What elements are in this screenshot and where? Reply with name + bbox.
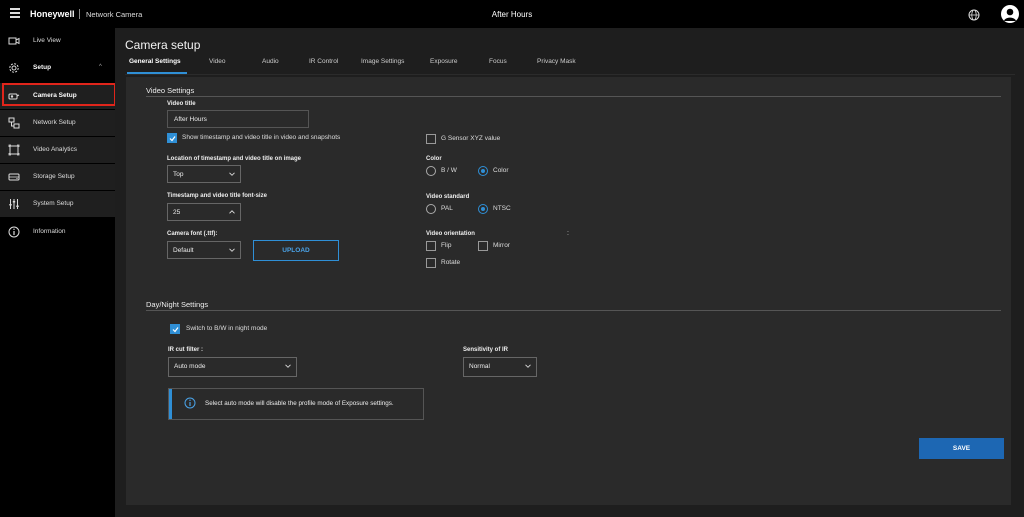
- rotate-checkbox[interactable]: [426, 258, 436, 268]
- info-message-text: Select auto mode will disable the profil…: [205, 400, 394, 407]
- rotate-label: Rotate: [441, 259, 461, 266]
- top-bar: Honeywell Network Camera After Hours: [0, 0, 1024, 28]
- ntsc-label: NTSC: [493, 205, 511, 212]
- save-button[interactable]: SAVE: [919, 438, 1004, 459]
- ntsc-radio[interactable]: [478, 204, 488, 214]
- chevron-up-icon: ^: [99, 64, 102, 70]
- sensitivity-ir-value: Normal: [469, 363, 490, 370]
- sidebar-item-label: Video Analytics: [33, 146, 77, 153]
- sidebar-item-label: Network Setup: [33, 119, 76, 126]
- sidebar-item-setup[interactable]: Setup ^: [0, 55, 115, 81]
- camera-font-value: Default: [173, 247, 194, 254]
- tab-image-settings[interactable]: Image Settings: [361, 58, 404, 65]
- tab-focus[interactable]: Focus: [489, 58, 507, 65]
- chevron-down-icon: [229, 248, 235, 252]
- tab-exposure[interactable]: Exposure: [430, 58, 457, 65]
- user-avatar-icon[interactable]: [1001, 5, 1019, 23]
- sidebar-item-system-setup[interactable]: System Setup: [0, 191, 115, 217]
- gear-icon: [9, 63, 19, 73]
- storage-icon: [8, 173, 20, 181]
- mirror-label: Mirror: [493, 242, 510, 249]
- analytics-icon: [8, 144, 20, 156]
- g-sensor-checkbox[interactable]: [426, 134, 436, 144]
- check-icon: [169, 136, 176, 142]
- info-icon: [184, 397, 196, 409]
- info-message-box: Select auto mode will disable the profil…: [168, 388, 424, 420]
- switch-bw-label: Switch to B/W in night mode: [186, 325, 268, 332]
- color-color-label: Color: [493, 167, 509, 174]
- font-size-select[interactable]: 25: [167, 203, 241, 221]
- ir-cut-filter-label: IR cut filter :: [168, 347, 204, 353]
- page-title: Camera setup: [125, 38, 201, 52]
- section-divider: [146, 96, 1001, 97]
- chevron-down-icon: [525, 364, 531, 368]
- language-globe-icon[interactable]: [968, 9, 980, 21]
- info-accent-bar: [169, 389, 172, 419]
- flip-checkbox[interactable]: [426, 241, 436, 251]
- sidebar-item-label: Information: [33, 228, 66, 235]
- ir-cut-filter-value: Auto mode: [174, 363, 206, 370]
- video-orientation-label: Video orientation: [426, 231, 475, 237]
- sidebar-item-label: Storage Setup: [33, 173, 75, 180]
- sensitivity-ir-label: Sensitivity of IR: [463, 347, 509, 353]
- live-view-icon: [8, 37, 20, 45]
- main-content: Camera setup General Settings Video Audi…: [115, 28, 1024, 517]
- sidebar-item-label: Setup: [33, 64, 52, 71]
- chevron-down-icon: [229, 172, 235, 176]
- camera-title: After Hours: [491, 10, 533, 19]
- sidebar-item-video-analytics[interactable]: Video Analytics: [0, 137, 115, 163]
- location-label: Location of timestamp and video title on…: [167, 156, 302, 162]
- sidebar-item-live-view[interactable]: Live View: [0, 28, 115, 54]
- location-value: Top: [173, 171, 184, 178]
- font-size-label: Timestamp and video title font-size: [167, 193, 267, 199]
- section-divider: [146, 310, 1001, 311]
- location-select[interactable]: Top: [167, 165, 241, 183]
- day-night-settings-title: Day/Night Settings: [146, 300, 209, 309]
- flip-label: Flip: [441, 242, 452, 249]
- sidebar-item-network-setup[interactable]: Network Setup: [0, 110, 115, 136]
- tab-audio[interactable]: Audio: [262, 58, 279, 65]
- check-icon: [172, 327, 179, 333]
- tab-privacy-mask[interactable]: Privacy Mask: [537, 58, 576, 65]
- ir-cut-filter-select[interactable]: Auto mode: [168, 357, 297, 377]
- chevron-up-icon: [229, 210, 235, 214]
- g-sensor-label: G Sensor XYZ value: [441, 135, 501, 142]
- sidebar-item-storage-setup[interactable]: Storage Setup: [0, 164, 115, 190]
- sidebar-item-label: System Setup: [33, 200, 74, 207]
- sensitivity-ir-select[interactable]: Normal: [463, 357, 537, 377]
- color-bw-label: B / W: [441, 167, 457, 174]
- sidebar: Live View Setup ^ Camera Setup Network S…: [0, 28, 116, 517]
- pal-radio[interactable]: [426, 204, 436, 214]
- show-timestamp-checkbox[interactable]: [167, 133, 177, 143]
- upload-button[interactable]: UPLOAD: [253, 240, 339, 261]
- video-title-label: Video title: [167, 101, 196, 107]
- video-settings-title: Video Settings: [146, 86, 195, 95]
- chevron-down-icon: [285, 364, 291, 368]
- color-label: Color: [426, 156, 442, 162]
- tabs-divider: [125, 74, 1015, 75]
- color-bw-radio[interactable]: [426, 166, 436, 176]
- font-size-value: 25: [173, 209, 181, 216]
- tab-video[interactable]: Video: [209, 58, 226, 65]
- video-title-input[interactable]: After Hours: [167, 110, 309, 128]
- tab-general-settings[interactable]: General Settings: [129, 58, 181, 65]
- show-timestamp-label: Show timestamp and video title in video …: [182, 134, 341, 141]
- sidebar-item-information[interactable]: Information: [0, 219, 115, 245]
- color-color-radio[interactable]: [478, 166, 488, 176]
- camera-font-label: Camera font (.ttf):: [167, 231, 218, 237]
- sidebar-item-label: Live View: [33, 37, 61, 44]
- video-standard-label: Video standard: [426, 194, 470, 200]
- mirror-checkbox[interactable]: [478, 241, 488, 251]
- orientation-colon: :: [567, 230, 569, 237]
- network-icon: [8, 117, 20, 129]
- pal-label: PAL: [441, 205, 453, 212]
- sliders-icon: [9, 199, 19, 209]
- tab-ir-control[interactable]: IR Control: [309, 58, 338, 65]
- active-item-highlight: [2, 83, 116, 106]
- settings-panel: Video Settings Video title After Hours S…: [126, 77, 1011, 505]
- info-icon: [8, 226, 20, 238]
- switch-bw-checkbox[interactable]: [170, 324, 180, 334]
- camera-font-select[interactable]: Default: [167, 241, 241, 259]
